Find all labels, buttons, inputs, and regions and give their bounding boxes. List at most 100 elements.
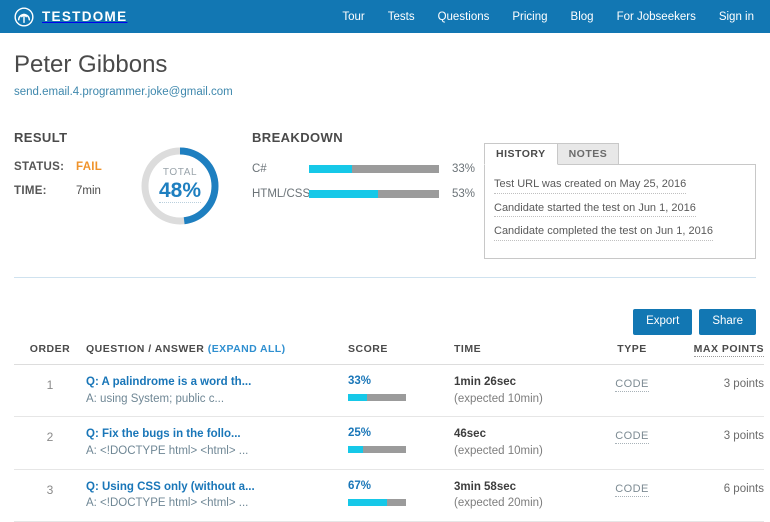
row-score-bar (348, 446, 406, 454)
row-time: 3min 58sec (expected 20min) (454, 469, 596, 521)
max-points-tooltip-label[interactable]: MAX POINTS (693, 343, 764, 357)
column-header-max-points: MAX POINTS (668, 343, 764, 365)
table-header-row: ORDER QUESTION / ANSWER (EXPAND ALL) SCO… (14, 343, 764, 365)
table-head: ORDER QUESTION / ANSWER (EXPAND ALL) SCO… (14, 343, 764, 365)
primary-nav: Tour Tests Questions Pricing Blog For Jo… (342, 11, 756, 23)
action-buttons: Export Share (633, 309, 756, 335)
result-heading: RESULT (14, 129, 68, 145)
result-block: RESULT STATUS: FAIL TIME: 7min TOTAL 48% (14, 129, 244, 225)
table-row[interactable]: 3 Q: Using CSS only (without a... A: <!D… (14, 469, 764, 522)
table-body: 1 Q: A palindrome is a word th... A: usi… (14, 365, 764, 522)
row-order: 3 (46, 482, 54, 497)
page-title: Peter Gibbons (14, 51, 168, 78)
column-header-order: ORDER (14, 343, 86, 365)
brand-logo-link[interactable]: TESTDOME (14, 6, 128, 27)
brand-name: TESTDOME (42, 9, 128, 24)
row-type-badge[interactable]: CODE (615, 430, 649, 445)
candidate-email-link[interactable]: send.email.4.programmer.joke@gmail.com (14, 86, 233, 98)
nav-item-tests[interactable]: Tests (388, 11, 415, 23)
breakdown-percent-htmlcss: 53% (452, 187, 476, 200)
time-value: 7min (76, 184, 101, 197)
history-line: Candidate started the test on Jun 1, 201… (494, 196, 746, 220)
row-max-points: 3 points (723, 430, 764, 443)
column-header-type: TYPE (596, 343, 668, 365)
row-question-answer: Q: Using CSS only (without a... A: <!DOC… (86, 469, 348, 521)
column-header-question-answer: QUESTION / ANSWER (EXPAND ALL) (86, 343, 348, 365)
row-type: CODE (596, 365, 668, 417)
row-type: CODE (596, 417, 668, 469)
breakdown-bar-htmlcss (309, 189, 439, 198)
breakdown-row-htmlcss: HTML/CSS 53% (252, 188, 497, 200)
expand-all-link[interactable]: (EXPAND ALL) (208, 343, 286, 355)
nav-item-blog[interactable]: Blog (571, 11, 594, 23)
row-time: 1min 26sec (expected 10min) (454, 365, 596, 417)
nav-item-tour[interactable]: Tour (342, 11, 364, 23)
row-question-link[interactable]: Q: A palindrome is a word th... (86, 374, 348, 391)
history-entry: Candidate started the test on Jun 1, 201… (494, 201, 696, 218)
row-type: CODE (596, 469, 668, 521)
row-answer-preview: A: <!DOCTYPE html> <html> ... (86, 497, 249, 510)
row-max-points: 3 points (723, 378, 764, 390)
row-type-badge[interactable]: CODE (615, 378, 649, 392)
tab-history[interactable]: HISTORY (484, 143, 558, 165)
nav-item-pricing[interactable]: Pricing (512, 11, 547, 23)
row-score-bar (348, 393, 406, 401)
breakdown-heading: BREAKDOWN (252, 129, 343, 145)
row-type-badge[interactable]: CODE (615, 482, 649, 497)
table-row[interactable]: 1 Q: A palindrome is a word th... A: usi… (14, 365, 764, 417)
row-score-bar-fill (348, 393, 368, 401)
breakdown-bar-fill-csharp (309, 164, 352, 173)
export-button[interactable]: Export (633, 309, 693, 335)
history-line: Test URL was created on May 25, 2016 (494, 172, 746, 196)
row-score: 67% (348, 469, 454, 521)
row-time-expected: (expected 10min) (454, 445, 543, 458)
breakdown-rows: C# 33% HTML/CSS 53% (252, 163, 497, 200)
breakdown-label-csharp: C# (252, 162, 267, 175)
history-tab-content: Test URL was created on May 25, 2016 Can… (484, 164, 756, 259)
breakdown-percent-csharp: 33% (452, 162, 476, 175)
row-order: 1 (46, 378, 54, 392)
table-row[interactable]: 2 Q: Fix the bugs in the follo... A: <!D… (14, 417, 764, 470)
page-header: Peter Gibbons send.email.4.programmer.jo… (0, 33, 770, 100)
row-answer-preview: A: using System; public c... (86, 392, 225, 405)
history-tabs: HISTORY NOTES (484, 143, 756, 165)
history-entry: Test URL was created on May 25, 2016 (494, 177, 687, 194)
row-time-actual: 1min 26sec (454, 376, 517, 388)
row-question-link[interactable]: Q: Using CSS only (without a... (86, 479, 348, 496)
nav-item-sign-in[interactable]: Sign in (719, 11, 754, 23)
nav-item-questions[interactable]: Questions (438, 11, 490, 23)
row-time-expected: (expected 20min) (454, 497, 543, 510)
row-score-percent: 33% (348, 375, 372, 387)
row-time: 46sec (expected 10min) (454, 417, 596, 469)
row-question-answer: Q: A palindrome is a word th... A: using… (86, 365, 348, 417)
column-header-qa-text: QUESTION / ANSWER (86, 343, 205, 355)
row-max-points: 6 points (723, 482, 764, 495)
top-navbar: TESTDOME Tour Tests Questions Pricing Bl… (0, 0, 770, 33)
history-line: Candidate completed the test on Jun 1, 2… (494, 219, 746, 243)
row-score-percent: 67% (348, 479, 372, 492)
breakdown-bar-fill-htmlcss (309, 189, 378, 198)
dome-arrow-circle-icon (14, 6, 34, 27)
row-time-actual: 46sec (454, 428, 486, 441)
row-order: 2 (46, 430, 54, 445)
history-notes-panel: HISTORY NOTES Test URL was created on Ma… (484, 143, 756, 259)
row-score-bar (348, 498, 406, 506)
nav-item-for-jobseekers[interactable]: For Jobseekers (617, 11, 696, 23)
breakdown-bar-csharp (309, 164, 439, 173)
status-badge: FAIL (76, 160, 103, 173)
breakdown-block: BREAKDOWN C# 33% HTML/CSS 53% (252, 130, 497, 213)
row-answer-preview: A: <!DOCTYPE html> <html> ... (86, 445, 249, 458)
row-score-bar-fill (348, 498, 387, 506)
history-entry: Candidate completed the test on Jun 1, 2… (494, 224, 713, 241)
questions-table-wrapper: ORDER QUESTION / ANSWER (EXPAND ALL) SCO… (14, 343, 764, 522)
row-score: 33% (348, 365, 454, 417)
breakdown-row-csharp: C# 33% (252, 163, 497, 175)
total-score-donut-chart: TOTAL 48% (138, 144, 222, 228)
questions-table: ORDER QUESTION / ANSWER (EXPAND ALL) SCO… (14, 343, 764, 522)
row-question-link[interactable]: Q: Fix the bugs in the follo... (86, 426, 348, 443)
column-header-time: TIME (454, 343, 596, 365)
row-score-percent: 25% (348, 427, 372, 440)
share-button[interactable]: Share (699, 309, 756, 335)
tab-notes[interactable]: NOTES (556, 143, 620, 165)
breakdown-label-htmlcss: HTML/CSS (252, 187, 311, 200)
